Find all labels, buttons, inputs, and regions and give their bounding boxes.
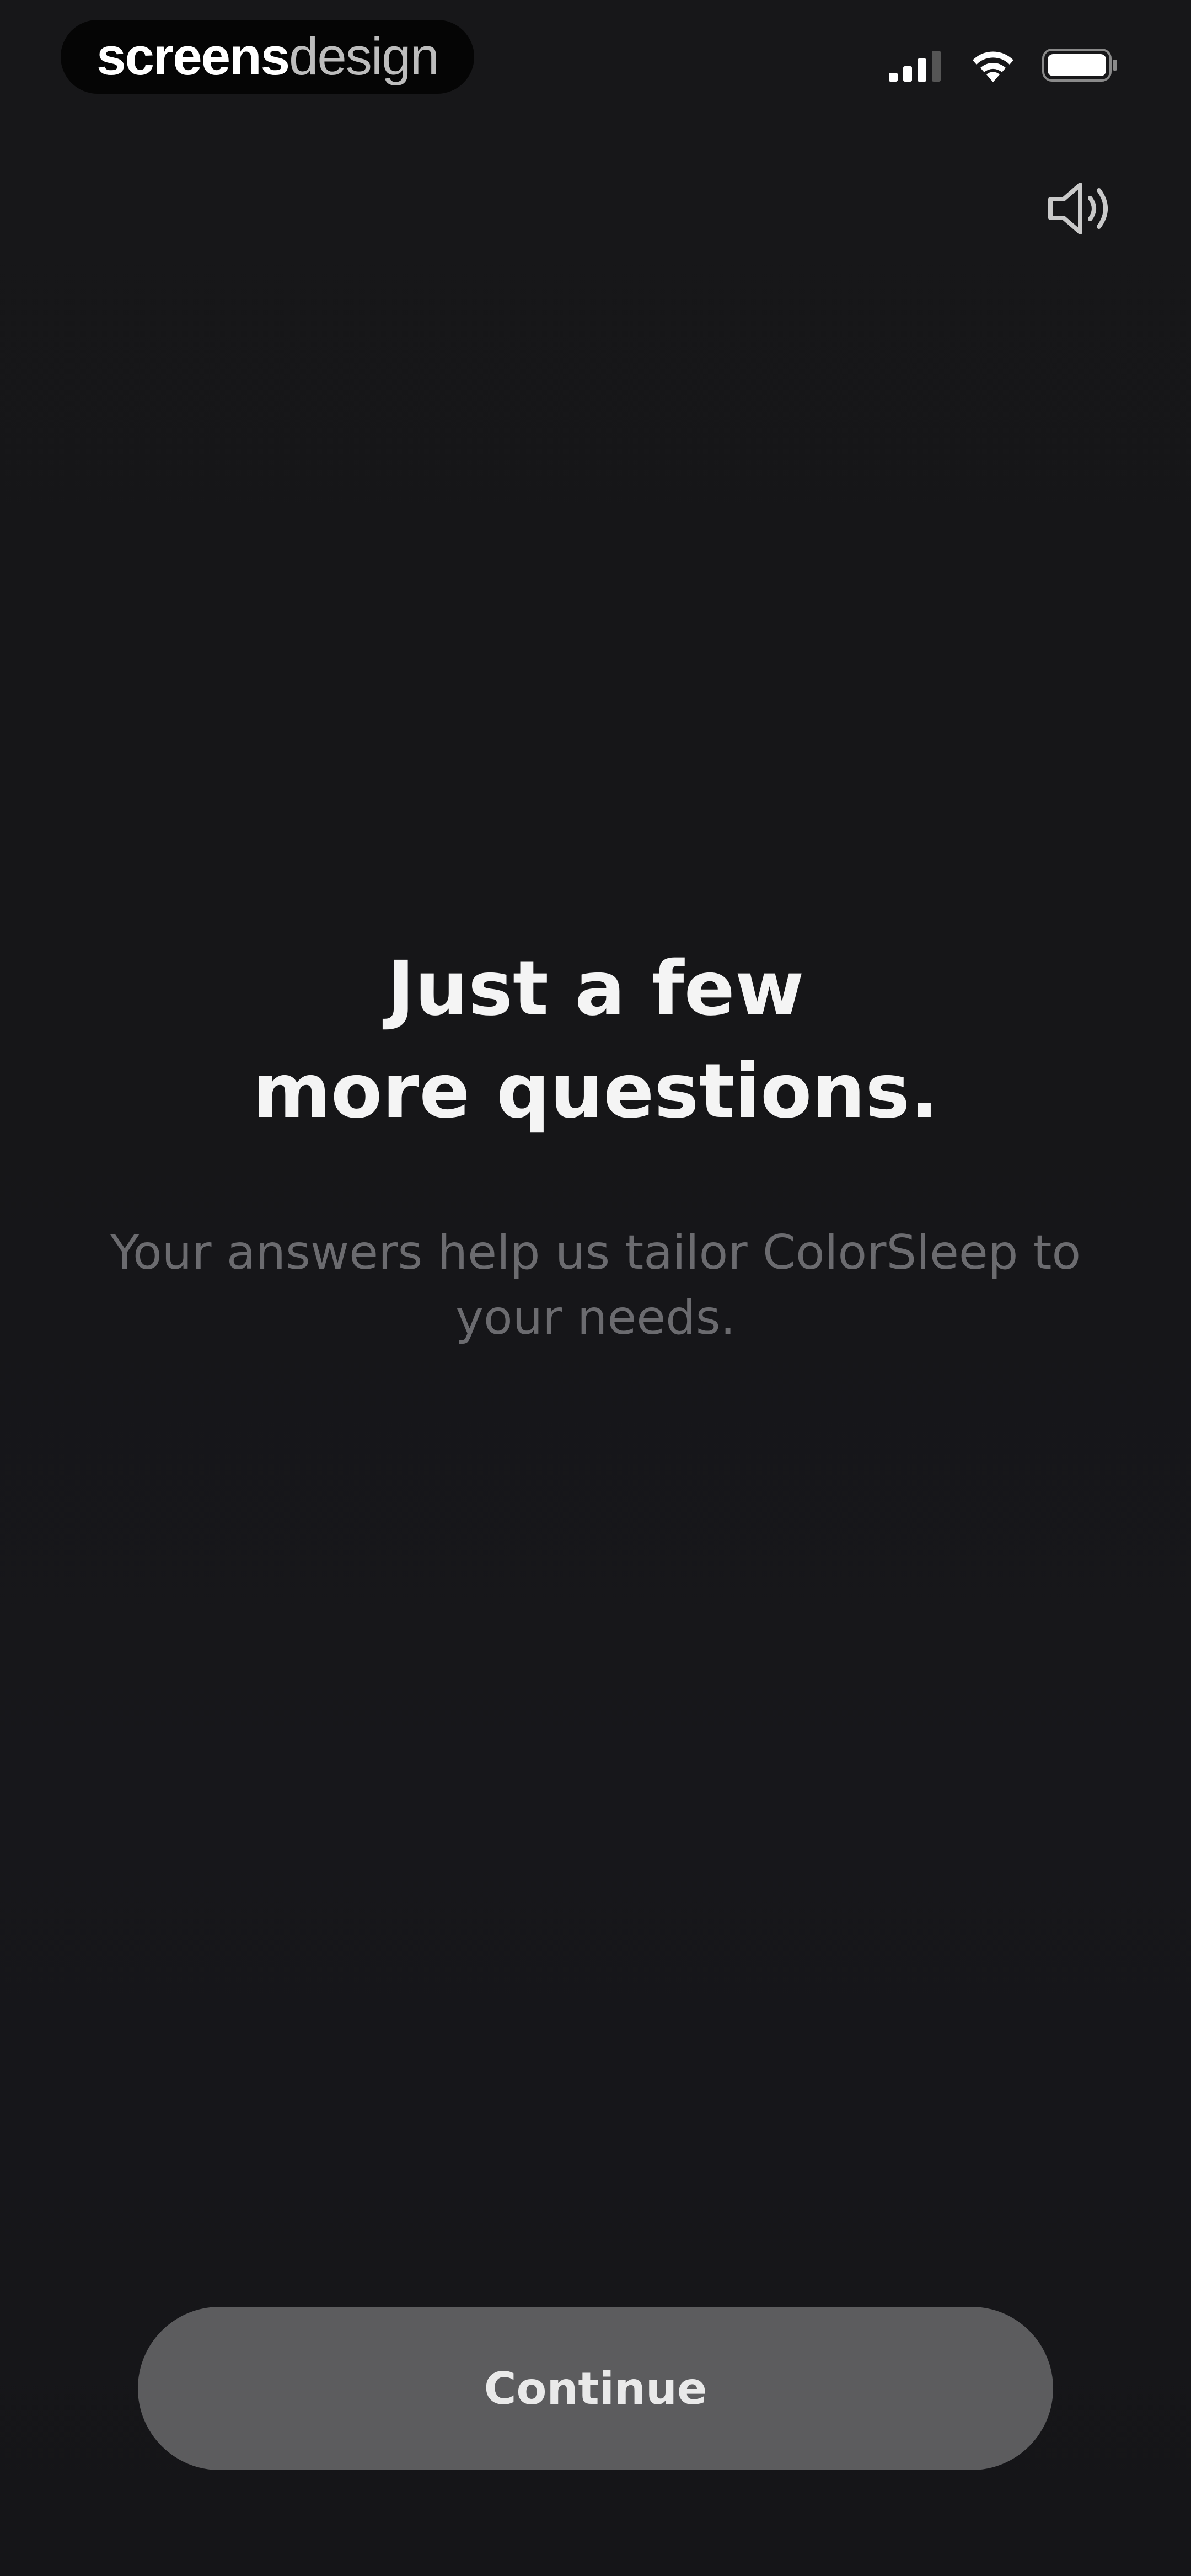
sound-toggle-button[interactable] [1042,177,1119,243]
title-line-2: more questions. [253,1048,938,1135]
speaker-icon [1045,178,1117,241]
logo-text-light: design [289,27,439,86]
onboarding-screen: screens design Just a few more questions… [0,0,1191,2576]
status-icons [889,44,1119,88]
title-line-1: Just a few [387,945,804,1033]
intro-content: Just a few more questions. Your answers … [0,938,1191,1350]
subtitle-line-2: your needs. [455,1290,736,1345]
continue-button[interactable]: Continue [138,2307,1053,2470]
logo-text-bold: screens [96,27,290,86]
status-bar: screens design [0,0,1191,121]
battery-icon [1042,47,1119,85]
wifi-icon [968,46,1018,87]
subtitle: Your answers help us tailor ColorSleep t… [72,1220,1119,1350]
page-title: Just a few more questions. [154,938,1037,1143]
screensdesign-logo: screens design [61,20,474,94]
cellular-signal-icon [889,49,944,84]
subtitle-line-1: Your answers help us tailor ColorSleep t… [110,1225,1081,1280]
